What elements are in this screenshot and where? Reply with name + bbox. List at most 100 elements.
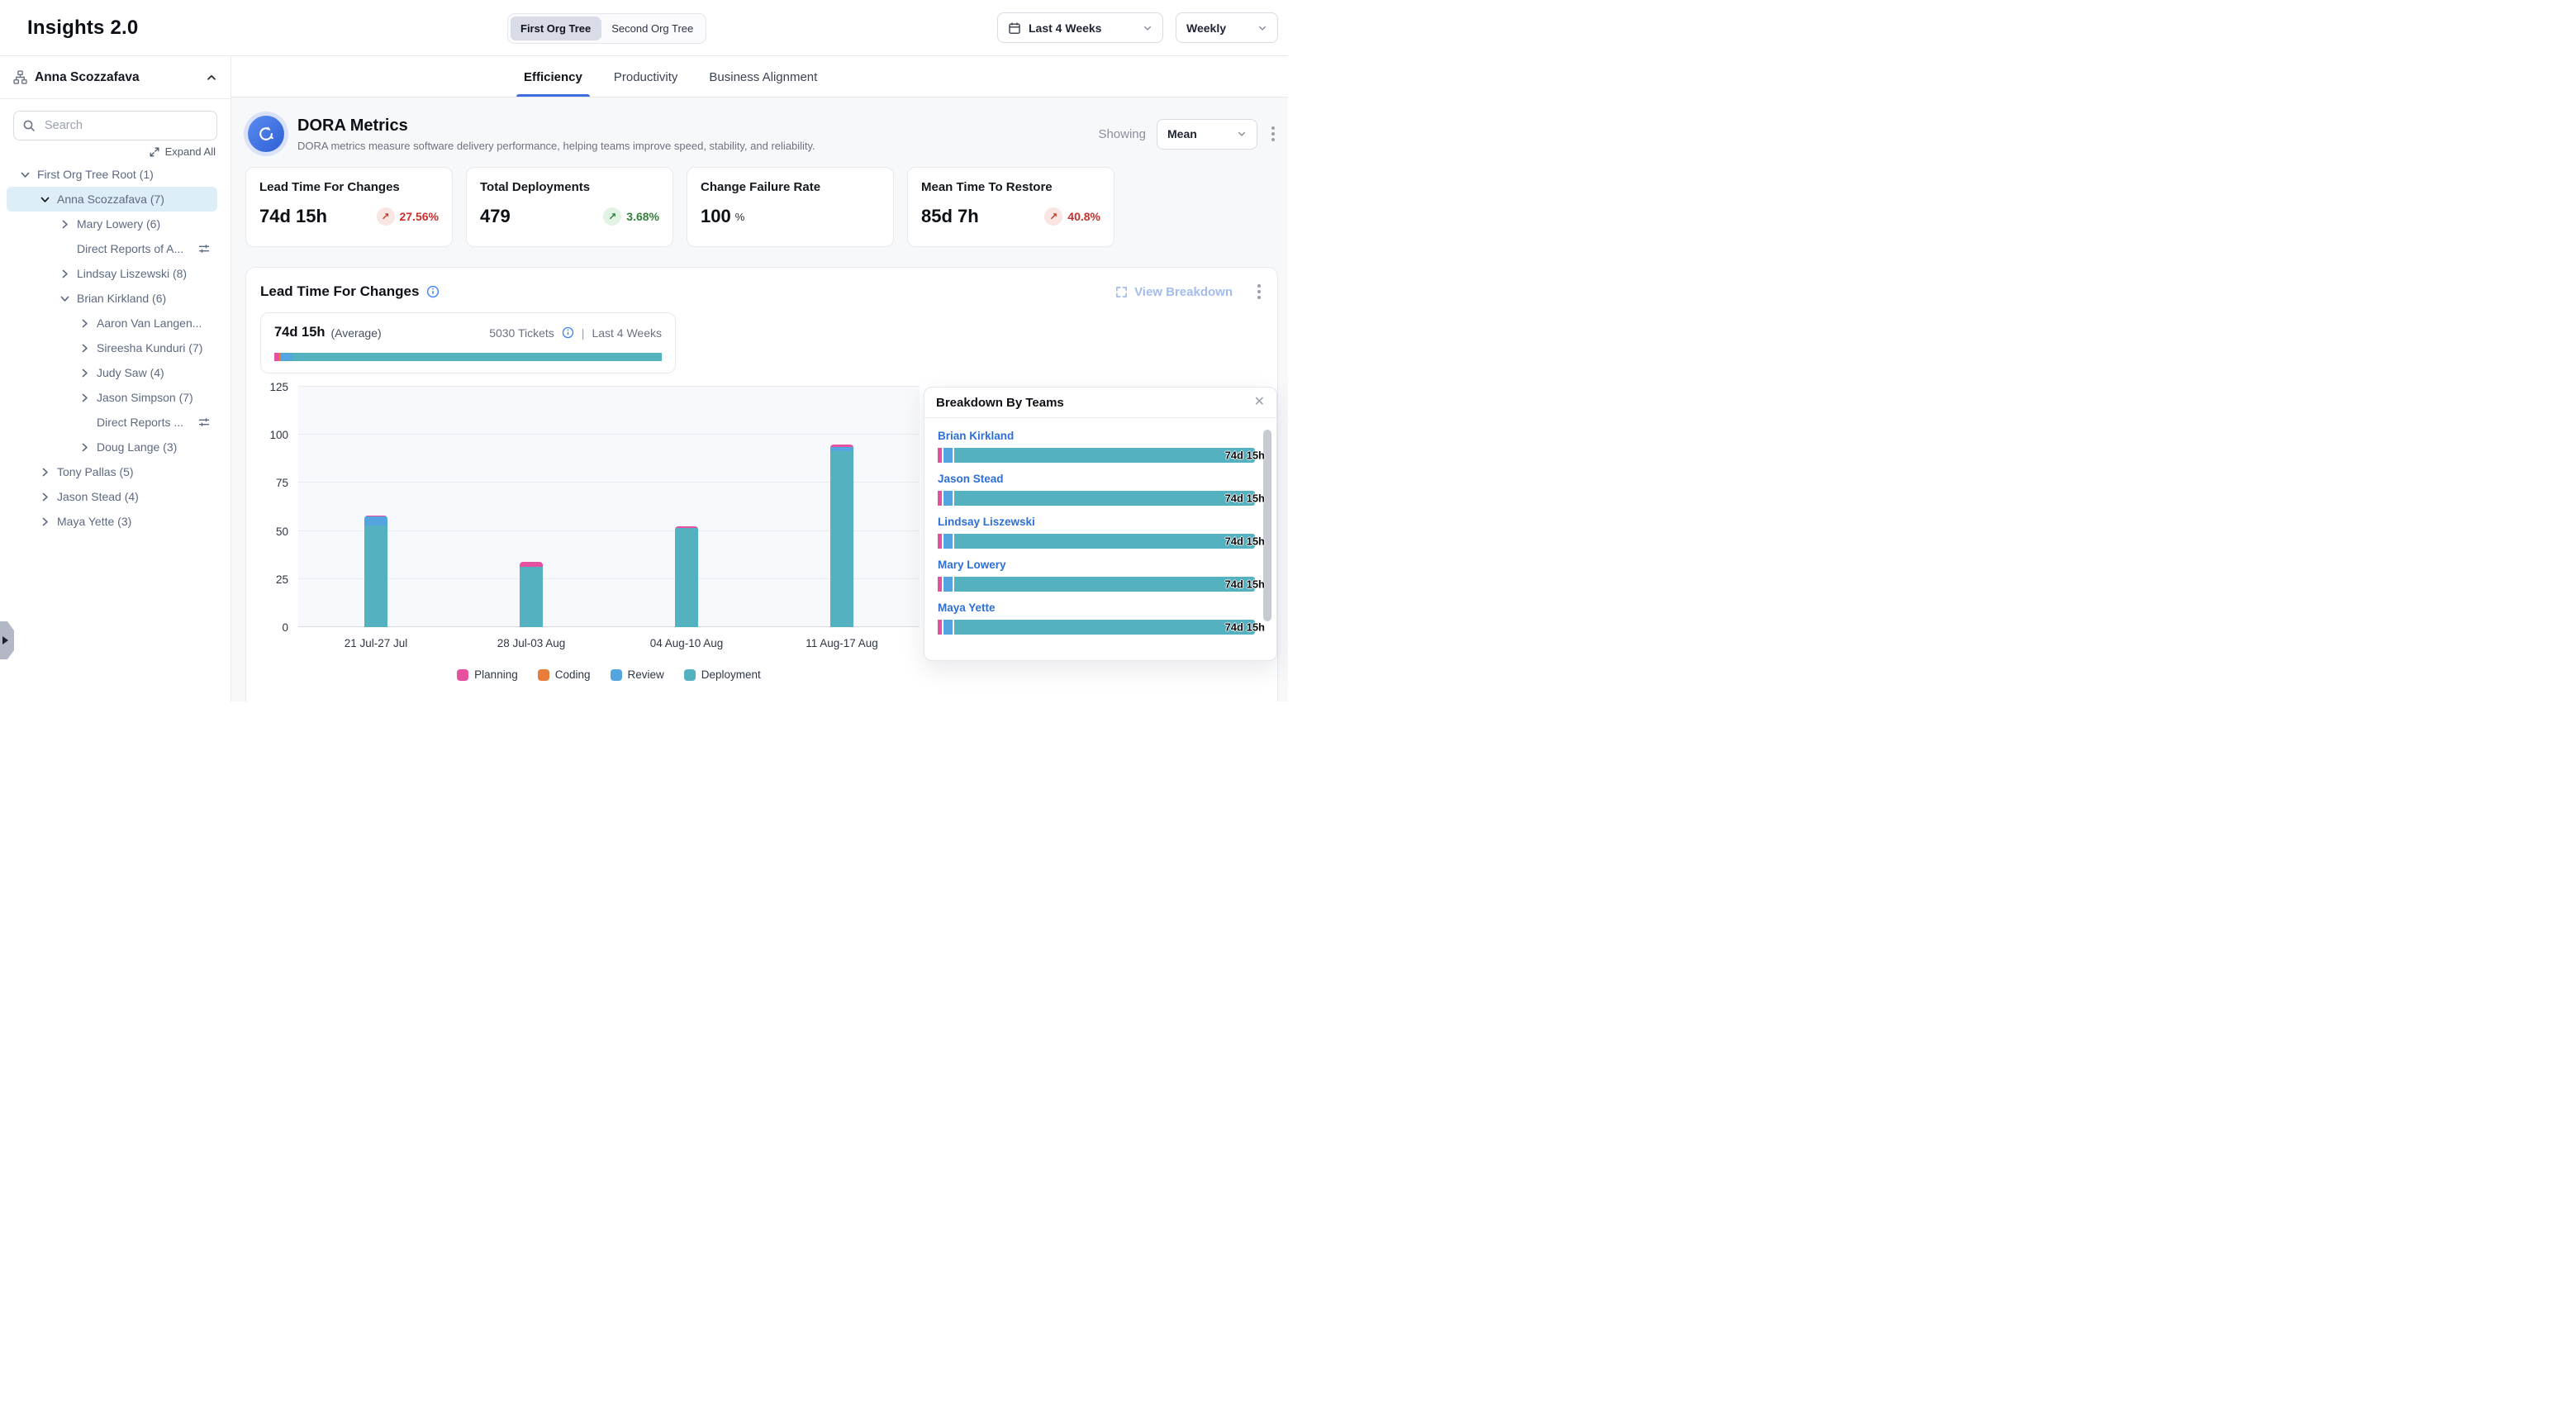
chevron-right-icon[interactable] (79, 343, 90, 354)
trend-percent: 40.8% (1067, 210, 1100, 223)
sidebar-item-maya-yette-3[interactable]: Maya Yette (3) (7, 509, 217, 534)
legend-item-coding[interactable]: Coding (538, 668, 591, 681)
tickets-count: 5030 Tickets (489, 326, 554, 340)
dora-titles: DORA Metrics DORA metrics measure softwa… (297, 117, 1085, 152)
aggregation-value: Mean (1167, 127, 1197, 140)
sidebar-user-name: Anna Scozzafava (35, 70, 198, 85)
segment-deployment (954, 491, 1255, 506)
sidebar-item-aaron-van-langen[interactable]: Aaron Van Langen... (7, 311, 217, 335)
chevron-right-icon[interactable] (40, 492, 50, 502)
segment-deployment (954, 577, 1255, 592)
breakdown-team-link[interactable]: Lindsay Liszewski (938, 516, 1255, 528)
metric-card-unit: % (735, 211, 745, 223)
legend-label: Review (628, 668, 664, 681)
chevron-down-icon[interactable] (59, 293, 70, 304)
sidebar-item-tony-pallas-5[interactable]: Tony Pallas (5) (7, 459, 217, 484)
tabs-bar: Efficiency Productivity Business Alignment (231, 56, 1288, 97)
sidebar-item-mary-lowery-6[interactable]: Mary Lowery (6) (7, 212, 217, 236)
legend-item-planning[interactable]: Planning (457, 668, 518, 681)
sidebar: Anna Scozzafava Expand All First Org Tre… (0, 56, 231, 702)
sidebar-item-anna-scozzafava-7[interactable]: Anna Scozzafava (7) (7, 187, 217, 212)
chevron-right-icon[interactable] (59, 219, 70, 230)
chevron-down-icon[interactable] (40, 194, 50, 205)
bar-slot-11-aug-17-aug (764, 387, 920, 627)
breakdown-bar: 74d 15h (938, 577, 1255, 592)
legend-item-deployment[interactable]: Deployment (684, 668, 761, 681)
metric-card-value: 74d 15h (259, 206, 327, 227)
view-breakdown-link[interactable]: View Breakdown (1115, 285, 1233, 299)
chevron-down-icon[interactable] (20, 169, 31, 180)
sidebar-item-direct-reports-of-a[interactable]: Direct Reports of A... (7, 236, 217, 261)
metric-value-row: 85d 7h↗40.8% (921, 206, 1100, 227)
breakdown-value: 74d 15h (1225, 578, 1265, 591)
dora-kebab-menu[interactable] (1268, 123, 1278, 145)
y-tick-label: 50 (276, 526, 288, 538)
tab-business-alignment[interactable]: Business Alignment (707, 70, 819, 97)
tab-efficiency[interactable]: Efficiency (522, 70, 584, 97)
chevron-right-icon[interactable] (79, 368, 90, 378)
info-icon[interactable] (426, 285, 440, 298)
breakdown-row-lindsay-liszewski: Lindsay Liszewski 74d 15h (938, 516, 1255, 549)
sidebar-item-first-org-tree-root-1[interactable]: First Org Tree Root (1) (7, 162, 217, 187)
breakdown-team-link[interactable]: Mary Lowery (938, 559, 1255, 571)
metric-card-title: Lead Time For Changes (259, 180, 439, 194)
toggle-option-second-org-tree[interactable]: Second Org Tree (601, 17, 703, 40)
toggle-option-first-org-tree[interactable]: First Org Tree (511, 17, 601, 40)
sidebar-item-jason-stead-4[interactable]: Jason Stead (4) (7, 484, 217, 509)
tab-productivity[interactable]: Productivity (612, 70, 680, 97)
close-icon[interactable]: ✕ (1254, 396, 1265, 409)
breakdown-team-link[interactable]: Brian Kirkland (938, 430, 1255, 442)
chevron-up-icon[interactable] (206, 72, 217, 83)
search-input[interactable] (43, 118, 208, 133)
breakdown-bar: 74d 15h (938, 534, 1255, 549)
breakdown-value: 74d 15h (1225, 492, 1265, 505)
main-area: Efficiency Productivity Business Alignment… (231, 56, 1288, 702)
chevron-right-icon[interactable] (59, 269, 70, 279)
info-icon[interactable] (562, 326, 574, 339)
legend-item-review[interactable]: Review (611, 668, 664, 681)
metric-value-row: 100% (701, 206, 880, 227)
chevron-right-icon[interactable] (79, 442, 90, 453)
sidebar-item-judy-saw-4[interactable]: Judy Saw (4) (7, 360, 217, 385)
sidebar-item-lindsay-liszewski-8[interactable]: Lindsay Liszewski (8) (7, 261, 217, 286)
bar-04-aug-10-aug[interactable] (675, 526, 698, 627)
trend-arrow-icon: ↗ (377, 207, 395, 226)
granularity-select[interactable]: Weekly (1176, 12, 1278, 43)
chevron-right-icon[interactable] (79, 392, 90, 403)
chevron-right-icon[interactable] (79, 318, 90, 329)
breakdown-team-link[interactable]: Maya Yette (938, 602, 1255, 614)
filter-sliders-icon[interactable] (197, 242, 211, 255)
sidebar-item-direct-reports[interactable]: Direct Reports ... (7, 410, 217, 435)
sidebar-item-sireesha-kunduri-7[interactable]: Sireesha Kunduri (7) (7, 335, 217, 360)
breakdown-bar: 74d 15h (938, 448, 1255, 463)
avg-segment-review (281, 353, 293, 361)
bar-28-jul-03-aug[interactable] (520, 562, 543, 627)
lead-time-kebab-menu[interactable] (1254, 281, 1264, 302)
date-range-select[interactable]: Last 4 Weeks (997, 12, 1163, 43)
chevron-right-icon[interactable] (40, 467, 50, 478)
filter-sliders-icon[interactable] (197, 416, 211, 429)
sidebar-item-doug-lange-3[interactable]: Doug Lange (3) (7, 435, 217, 459)
aggregation-select[interactable]: Mean (1157, 119, 1257, 150)
tree-item-label: Brian Kirkland (6) (77, 292, 166, 305)
bar-11-aug-17-aug[interactable] (830, 445, 853, 627)
date-range-value: Last 4 Weeks (1029, 21, 1101, 35)
y-tick-label: 0 (282, 621, 288, 634)
app-title: Insights 2.0 (27, 17, 138, 40)
metric-card-change-failure-rate: Change Failure Rate100% (687, 167, 894, 247)
metric-value-row: 479↗3.68% (480, 206, 659, 227)
chevron-right-icon[interactable] (40, 516, 50, 527)
breakdown-team-link[interactable]: Jason Stead (938, 473, 1255, 485)
segment-deployment (954, 534, 1255, 549)
bar-slot-04-aug-10-aug (609, 387, 764, 627)
segment-review (364, 516, 387, 525)
sidebar-item-jason-simpson-7[interactable]: Jason Simpson (7) (7, 385, 217, 410)
legend-swatch (457, 669, 468, 681)
search-icon (22, 119, 36, 132)
segment-deployment (954, 448, 1255, 463)
segment-planning (938, 448, 942, 463)
tree-item-label: Jason Simpson (7) (97, 391, 193, 404)
bar-21-jul-27-jul[interactable] (364, 516, 387, 627)
expand-all-link[interactable]: Expand All (149, 145, 216, 158)
sidebar-item-brian-kirkland-6[interactable]: Brian Kirkland (6) (7, 286, 217, 311)
